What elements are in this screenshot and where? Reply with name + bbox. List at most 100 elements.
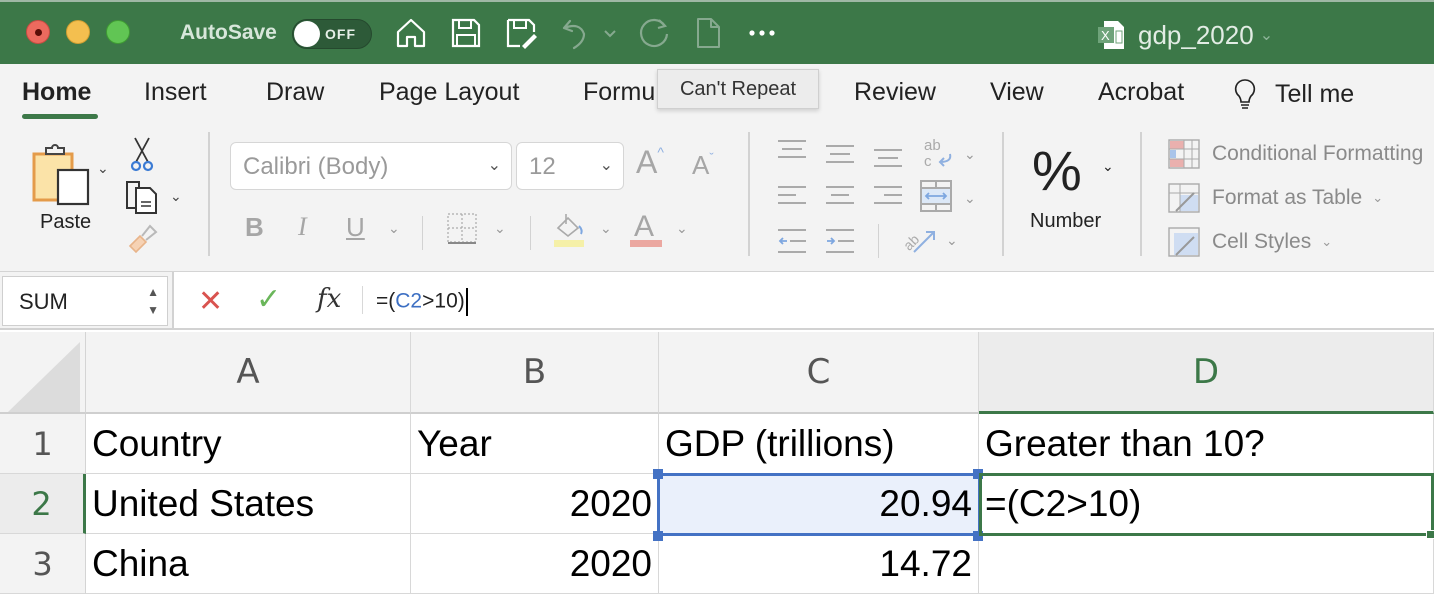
redo-icon[interactable] [637,16,671,50]
undo-icon[interactable] [558,16,592,50]
undo-dropdown-icon[interactable] [600,16,620,50]
cell-c3[interactable]: 14.72 [659,534,979,594]
underline-dropdown[interactable]: ⌄ [388,220,400,237]
percent-icon: % [1032,139,1082,202]
name-box-stepper[interactable]: ▲ ▼ [147,283,159,319]
insert-function-button[interactable]: fx [317,284,341,314]
cell-c1[interactable]: GDP (trillions) [659,414,979,474]
spreadsheet-grid: A B C D 1 2 3 Country Year GDP (trillion… [0,332,1434,600]
enter-formula-button[interactable]: ✓ [256,282,281,317]
row-header-2[interactable]: 2 [0,474,86,534]
copy-dropdown[interactable]: ⌄ [170,188,182,205]
wrap-text-button[interactable]: ab c [922,136,956,172]
bold-button[interactable]: B [245,212,264,243]
font-color-button[interactable]: A [630,210,662,248]
font-name-select[interactable]: Calibri (Body) ⌄ [230,142,512,190]
number-format-button[interactable]: % [1030,139,1090,202]
cell-c2[interactable]: 20.94 [659,474,979,534]
decrease-font-size-button[interactable]: Aˇ [692,150,714,181]
borders-dropdown[interactable]: ⌄ [494,220,506,237]
copy-button[interactable] [124,180,160,214]
number-format-dropdown[interactable]: ⌄ [1102,158,1114,175]
merge-dropdown[interactable]: ⌄ [964,190,976,207]
tab-acrobat[interactable]: Acrobat [1098,78,1184,107]
align-bottom-button[interactable] [874,146,902,170]
format-as-table-button[interactable]: Format as Table ⌄ [1168,182,1383,214]
wrap-text-dropdown[interactable]: ⌄ [964,146,976,163]
save-icon[interactable] [449,16,483,50]
decrease-indent-button[interactable] [778,228,806,254]
reference-resize-handle[interactable] [973,531,983,541]
paste-dropdown[interactable]: ⌄ [97,160,109,177]
underline-button[interactable]: U [346,212,365,243]
tab-page-layout[interactable]: Page Layout [379,78,519,107]
minimize-window-button[interactable] [66,20,90,44]
paint-bucket-icon [554,214,584,247]
increase-font-size-button[interactable]: A^ [636,144,664,181]
column-header-a[interactable]: A [86,332,411,414]
align-left-button[interactable] [778,184,806,208]
tab-review[interactable]: Review [854,78,936,107]
cell-styles-label: Cell Styles [1212,230,1312,253]
home-icon[interactable] [394,16,428,50]
reference-resize-handle[interactable] [653,469,663,479]
group-separator [208,132,210,256]
tab-home[interactable]: Home [22,78,91,107]
cell-styles-button[interactable]: Cell Styles ⌄ [1168,226,1332,258]
document-title[interactable]: X gdp_2020 ⌄ [1098,18,1273,52]
cell-d1[interactable]: Greater than 10? [979,414,1434,474]
separator [422,216,423,250]
name-box[interactable]: SUM ▲ ▼ [2,276,168,326]
font-color-dropdown[interactable]: ⌄ [676,220,688,237]
format-painter-button[interactable] [126,222,158,254]
cell-d2[interactable]: =(C2>10) [979,474,1434,534]
paste-button[interactable] [32,142,94,208]
row-header-3[interactable]: 3 [0,534,86,594]
tab-formulas[interactable]: Formu [583,78,655,107]
autosave-toggle[interactable]: OFF [292,19,372,49]
tab-draw[interactable]: Draw [266,78,324,107]
align-middle-icon [826,145,854,163]
cell-a1[interactable]: Country [86,414,411,474]
font-size-select[interactable]: 12 ⌄ [516,142,624,190]
cell-b3[interactable]: 2020 [411,534,659,594]
save-as-icon[interactable] [504,16,538,50]
align-middle-button[interactable] [826,142,854,166]
cancel-formula-button[interactable]: ✕ [198,284,223,319]
tab-view[interactable]: View [990,78,1044,107]
reference-resize-handle[interactable] [653,531,663,541]
wrap-text-icon: abc [924,137,952,170]
close-window-button[interactable] [26,20,50,44]
align-right-button[interactable] [874,184,902,208]
column-header-b[interactable]: B [411,332,659,414]
column-header-d[interactable]: D [979,332,1434,414]
column-header-c[interactable]: C [659,332,979,414]
borders-button[interactable] [446,212,478,246]
maximize-window-button[interactable] [106,20,130,44]
formula-input[interactable]: =(C2>10) [376,288,468,316]
cell-d3[interactable] [979,534,1434,594]
cell-b1[interactable]: Year [411,414,659,474]
align-top-button[interactable] [778,138,806,162]
fill-color-dropdown[interactable]: ⌄ [600,220,612,237]
conditional-formatting-button[interactable]: Conditional Formatting [1168,138,1423,170]
cell-b2[interactable]: 2020 [411,474,659,534]
align-center-button[interactable] [826,184,854,208]
cut-button[interactable] [130,136,154,172]
italic-button[interactable]: I [298,212,307,242]
fill-color-button[interactable] [552,210,586,248]
tab-insert[interactable]: Insert [144,78,207,107]
reference-resize-handle[interactable] [973,469,983,479]
new-document-icon[interactable] [691,16,725,50]
select-all-button[interactable] [0,332,86,414]
fill-handle[interactable] [1426,530,1434,539]
orientation-button[interactable]: ab [900,222,940,256]
row-header-1[interactable]: 1 [0,414,86,474]
more-icon[interactable] [745,16,779,50]
increase-indent-button[interactable] [826,228,854,254]
cell-a3[interactable]: China [86,534,411,594]
tell-me-search[interactable]: Tell me [1232,78,1354,110]
merge-center-button[interactable] [920,180,952,212]
cell-a2[interactable]: United States [86,474,411,534]
orientation-dropdown[interactable]: ⌄ [946,232,958,249]
